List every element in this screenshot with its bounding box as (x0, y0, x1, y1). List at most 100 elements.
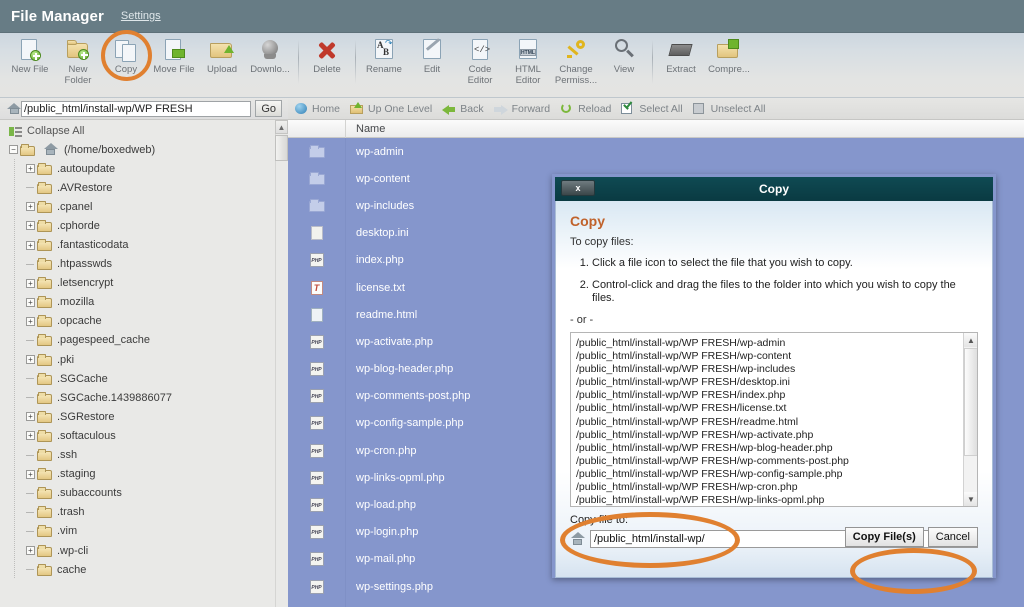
tree-node[interactable]: + .SGRestore (0, 407, 288, 426)
tree-node[interactable]: .trash (0, 503, 288, 522)
tree-node[interactable]: + .opcache (0, 312, 288, 331)
file-name[interactable]: wp-cron.php (346, 445, 417, 457)
tree-node[interactable]: + .mozilla (0, 293, 288, 312)
expander-icon[interactable]: − (9, 145, 18, 155)
selected-paths-listbox[interactable]: /public_html/install-wp/WP FRESH/wp-admi… (570, 332, 978, 507)
php-file-icon[interactable]: PHP (309, 415, 325, 431)
tree-node-root[interactable]: − (/home/boxedweb) (0, 140, 288, 159)
tree-node[interactable]: .ssh (0, 446, 288, 465)
folder-file-icon[interactable] (308, 171, 325, 187)
tree-node[interactable]: .AVRestore (0, 178, 288, 197)
tree-node[interactable]: + .softaculous (0, 426, 288, 445)
file-list-row[interactable]: wp-admin (288, 138, 1024, 166)
toolbar-button-new-folder[interactable]: New Folder (54, 33, 102, 95)
tree-node[interactable]: .SGCache (0, 369, 288, 388)
file-icon-cell[interactable]: PHP (288, 382, 346, 410)
file-icon-cell[interactable]: PHP (288, 545, 346, 573)
selected-path-line[interactable]: /public_html/install-wp/WP FRESH/wp-acti… (576, 429, 977, 442)
toolbar-button-delete[interactable]: Delete (303, 33, 351, 95)
file-name[interactable]: desktop.ini (346, 227, 409, 239)
selected-path-line[interactable]: /public_html/install-wp/WP FRESH/index.p… (576, 389, 977, 402)
close-icon[interactable]: x (561, 180, 595, 196)
php-file-icon[interactable]: PHP (309, 470, 325, 486)
toolbar-button-html-editor[interactable]: HTML HTML Editor (504, 33, 552, 95)
file-name[interactable]: wp-comments-post.php (346, 390, 470, 402)
tree-node[interactable]: + .fantasticodata (0, 235, 288, 254)
nav-button-reload[interactable]: Reload (560, 102, 611, 115)
file-name[interactable]: wp-includes (346, 200, 414, 212)
toolbar-button-copy[interactable]: Copy (102, 33, 150, 95)
php-file-icon[interactable]: PHP (309, 443, 325, 459)
selected-path-line[interactable]: /public_html/install-wp/WP FRESH/wp-incl… (576, 363, 977, 376)
file-name[interactable]: wp-login.php (346, 526, 418, 538)
scroll-up-arrow-icon[interactable]: ▲ (275, 120, 288, 134)
file-list-row[interactable]: PHPwp-signup.php (288, 600, 1024, 607)
toolbar-button-compre[interactable]: Compre... (705, 33, 753, 95)
file-name[interactable]: readme.html (346, 309, 417, 321)
expander-icon[interactable]: + (26, 546, 35, 556)
expander-icon[interactable]: + (26, 316, 35, 326)
scrollbar-thumb[interactable] (964, 348, 977, 456)
copy-dialog[interactable]: x Copy Copy To copy files: Click a file … (552, 174, 996, 578)
nav-button-forward[interactable]: Forward (493, 102, 550, 115)
name-column-header[interactable]: Name (346, 123, 385, 135)
toolbar-button-view[interactable]: View (600, 33, 648, 95)
php-file-icon[interactable]: PHP (309, 524, 325, 540)
txt-file-icon[interactable] (309, 280, 325, 296)
collapse-all-button[interactable]: Collapse All (0, 120, 288, 140)
file-icon-cell[interactable]: PHP (288, 573, 346, 601)
copy-files-button[interactable]: Copy File(s) (844, 527, 924, 547)
file-name[interactable]: wp-mail.php (346, 553, 415, 565)
tree-node[interactable]: .vim (0, 522, 288, 541)
nav-button-up-one-level[interactable]: Up One Level (350, 102, 432, 115)
file-name[interactable]: wp-config-sample.php (346, 417, 464, 429)
file-icon-cell[interactable]: PHP (288, 437, 346, 465)
expander-icon[interactable]: + (26, 355, 35, 365)
toolbar-button-code-editor[interactable]: </> Code Editor (456, 33, 504, 95)
toolbar-button-upload[interactable]: Upload (198, 33, 246, 95)
file-name[interactable]: index.php (346, 254, 404, 266)
tree-node[interactable]: + .staging (0, 465, 288, 484)
tree-node[interactable]: + .cpanel (0, 197, 288, 216)
nav-button-select-all[interactable]: Select All (621, 101, 683, 115)
expander-icon[interactable]: + (26, 297, 35, 307)
file-icon-cell[interactable] (288, 273, 346, 302)
scroll-up-arrow-icon[interactable]: ▲ (964, 333, 977, 347)
file-icon-cell[interactable] (288, 219, 346, 247)
file-name[interactable]: wp-load.php (346, 499, 416, 511)
selected-path-line[interactable]: /public_html/install-wp/WP FRESH/wp-link… (576, 494, 977, 506)
tree-node[interactable]: + .cphorde (0, 216, 288, 235)
tree-node[interactable]: cache (0, 560, 288, 579)
php-file-icon[interactable]: PHP (309, 334, 325, 350)
file-icon-cell[interactable]: PHP (288, 464, 346, 492)
file-name[interactable]: wp-settings.php (346, 581, 433, 593)
path-input[interactable] (21, 100, 252, 117)
file-icon-cell[interactable]: PHP (288, 491, 346, 519)
scroll-down-arrow-icon[interactable]: ▼ (964, 492, 977, 506)
file-icon-cell[interactable]: PHP (288, 600, 346, 607)
expander-icon[interactable]: + (26, 164, 35, 174)
php-file-icon[interactable]: PHP (309, 252, 325, 268)
folder-file-icon[interactable] (308, 198, 325, 214)
nav-button-unselect-all[interactable]: Unselect All (692, 102, 765, 115)
expander-icon[interactable]: + (26, 431, 35, 441)
toolbar-button-edit[interactable]: Edit (408, 33, 456, 95)
file-name[interactable]: license.txt (346, 282, 405, 294)
file-icon-cell[interactable]: PHP (288, 518, 346, 546)
directory-tree-panel[interactable]: Collapse All − (/home/boxedweb) + .autoup… (0, 120, 288, 607)
toolbar-button-new-file[interactable]: New File (6, 33, 54, 95)
tree-node[interactable]: + .letsencrypt (0, 274, 288, 293)
expander-icon[interactable]: + (26, 221, 35, 231)
settings-link[interactable]: Settings (121, 10, 161, 22)
file-icon-cell[interactable]: PHP (288, 409, 346, 438)
file-icon-cell[interactable] (288, 138, 346, 166)
folder-file-icon[interactable] (308, 144, 325, 160)
selected-path-line[interactable]: /public_html/install-wp/WP FRESH/wp-blog… (576, 442, 977, 455)
selected-path-line[interactable]: /public_html/install-wp/WP FRESH/license… (576, 402, 977, 415)
selected-path-line[interactable]: /public_html/install-wp/WP FRESH/wp-conf… (576, 468, 977, 481)
toolbar-button-move-file[interactable]: Move File (150, 33, 198, 95)
expander-icon[interactable]: + (26, 278, 35, 288)
file-icon-cell[interactable]: PHP (288, 246, 346, 274)
php-file-icon[interactable]: PHP (309, 497, 325, 513)
file-icon-cell[interactable] (288, 165, 346, 193)
